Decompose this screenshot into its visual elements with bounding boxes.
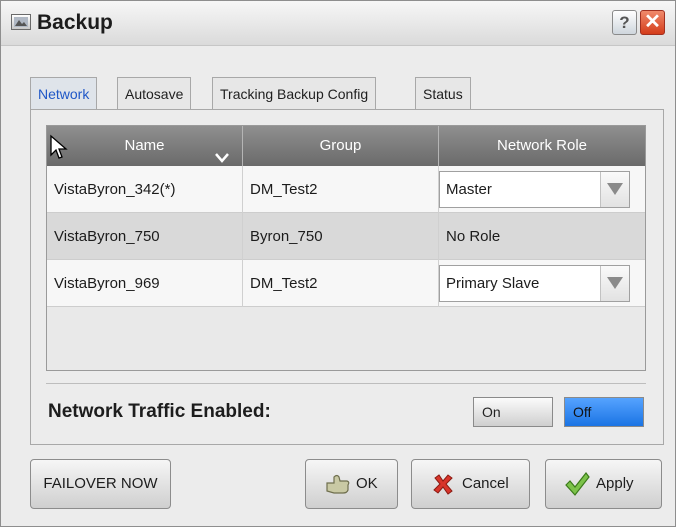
network-role-value: Primary Slave: [446, 275, 540, 292]
network-role-select[interactable]: Master: [439, 171, 630, 208]
app-icon: [11, 14, 31, 30]
tab-tracking-backup-config[interactable]: Tracking Backup Config: [212, 77, 377, 109]
close-button[interactable]: ✕: [640, 10, 665, 35]
cell-name: VistaByron_750: [47, 213, 243, 260]
failover-now-button[interactable]: FAILOVER NOW: [30, 459, 171, 509]
column-header-name[interactable]: Name: [47, 126, 243, 166]
traffic-on-button[interactable]: On: [473, 397, 553, 427]
cell-group: DM_Test2: [243, 260, 439, 307]
cell-name: VistaByron_342(*): [47, 166, 243, 213]
title-bar[interactable]: Backup ? ✕: [1, 1, 675, 46]
cell-group: Byron_750: [243, 213, 439, 260]
separator: [46, 383, 646, 384]
window-title: Backup: [37, 11, 113, 34]
network-traffic-label: Network Traffic Enabled:: [48, 401, 271, 422]
tab-network[interactable]: Network: [30, 77, 98, 110]
column-header-group[interactable]: Group: [243, 126, 439, 166]
ok-label: OK: [356, 475, 378, 492]
ok-hand-icon: [326, 474, 350, 494]
cancel-label: Cancel: [462, 475, 509, 492]
checkmark-icon: [565, 472, 590, 496]
cancel-button[interactable]: Cancel: [411, 459, 530, 509]
table-row[interactable]: VistaByron_969 DM_Test2 Primary Slave: [47, 260, 645, 307]
tab-autosave[interactable]: Autosave: [117, 77, 192, 109]
tab-status[interactable]: Status: [415, 77, 471, 109]
failover-now-label: FAILOVER NOW: [43, 475, 158, 492]
backup-dialog: Backup ? ✕ Network Autosave Tracking Bac…: [0, 0, 676, 527]
network-table: Name Group Network Role VistaByron_342(*…: [46, 125, 646, 371]
dropdown-arrow-icon[interactable]: [600, 172, 629, 207]
cell-name: VistaByron_969: [47, 260, 243, 307]
network-role-value: Master: [446, 181, 492, 198]
cell-network-role: No Role: [446, 228, 501, 245]
table-row[interactable]: VistaByron_342(*) DM_Test2 Master: [47, 166, 645, 213]
dropdown-arrow-icon[interactable]: [600, 266, 629, 301]
network-role-select[interactable]: Primary Slave: [439, 265, 630, 302]
ok-button[interactable]: OK: [305, 459, 398, 509]
cell-group: DM_Test2: [243, 166, 439, 213]
apply-label: Apply: [596, 475, 634, 492]
help-button[interactable]: ?: [612, 10, 637, 35]
column-header-name-label: Name: [124, 137, 165, 154]
column-header-network-role[interactable]: Network Role: [439, 126, 645, 166]
cancel-x-icon: [433, 474, 453, 495]
apply-button[interactable]: Apply: [545, 459, 662, 509]
traffic-off-button[interactable]: Off: [564, 397, 644, 427]
table-row[interactable]: VistaByron_750 Byron_750 No Role: [47, 213, 645, 260]
table-header: Name Group Network Role: [47, 126, 645, 166]
